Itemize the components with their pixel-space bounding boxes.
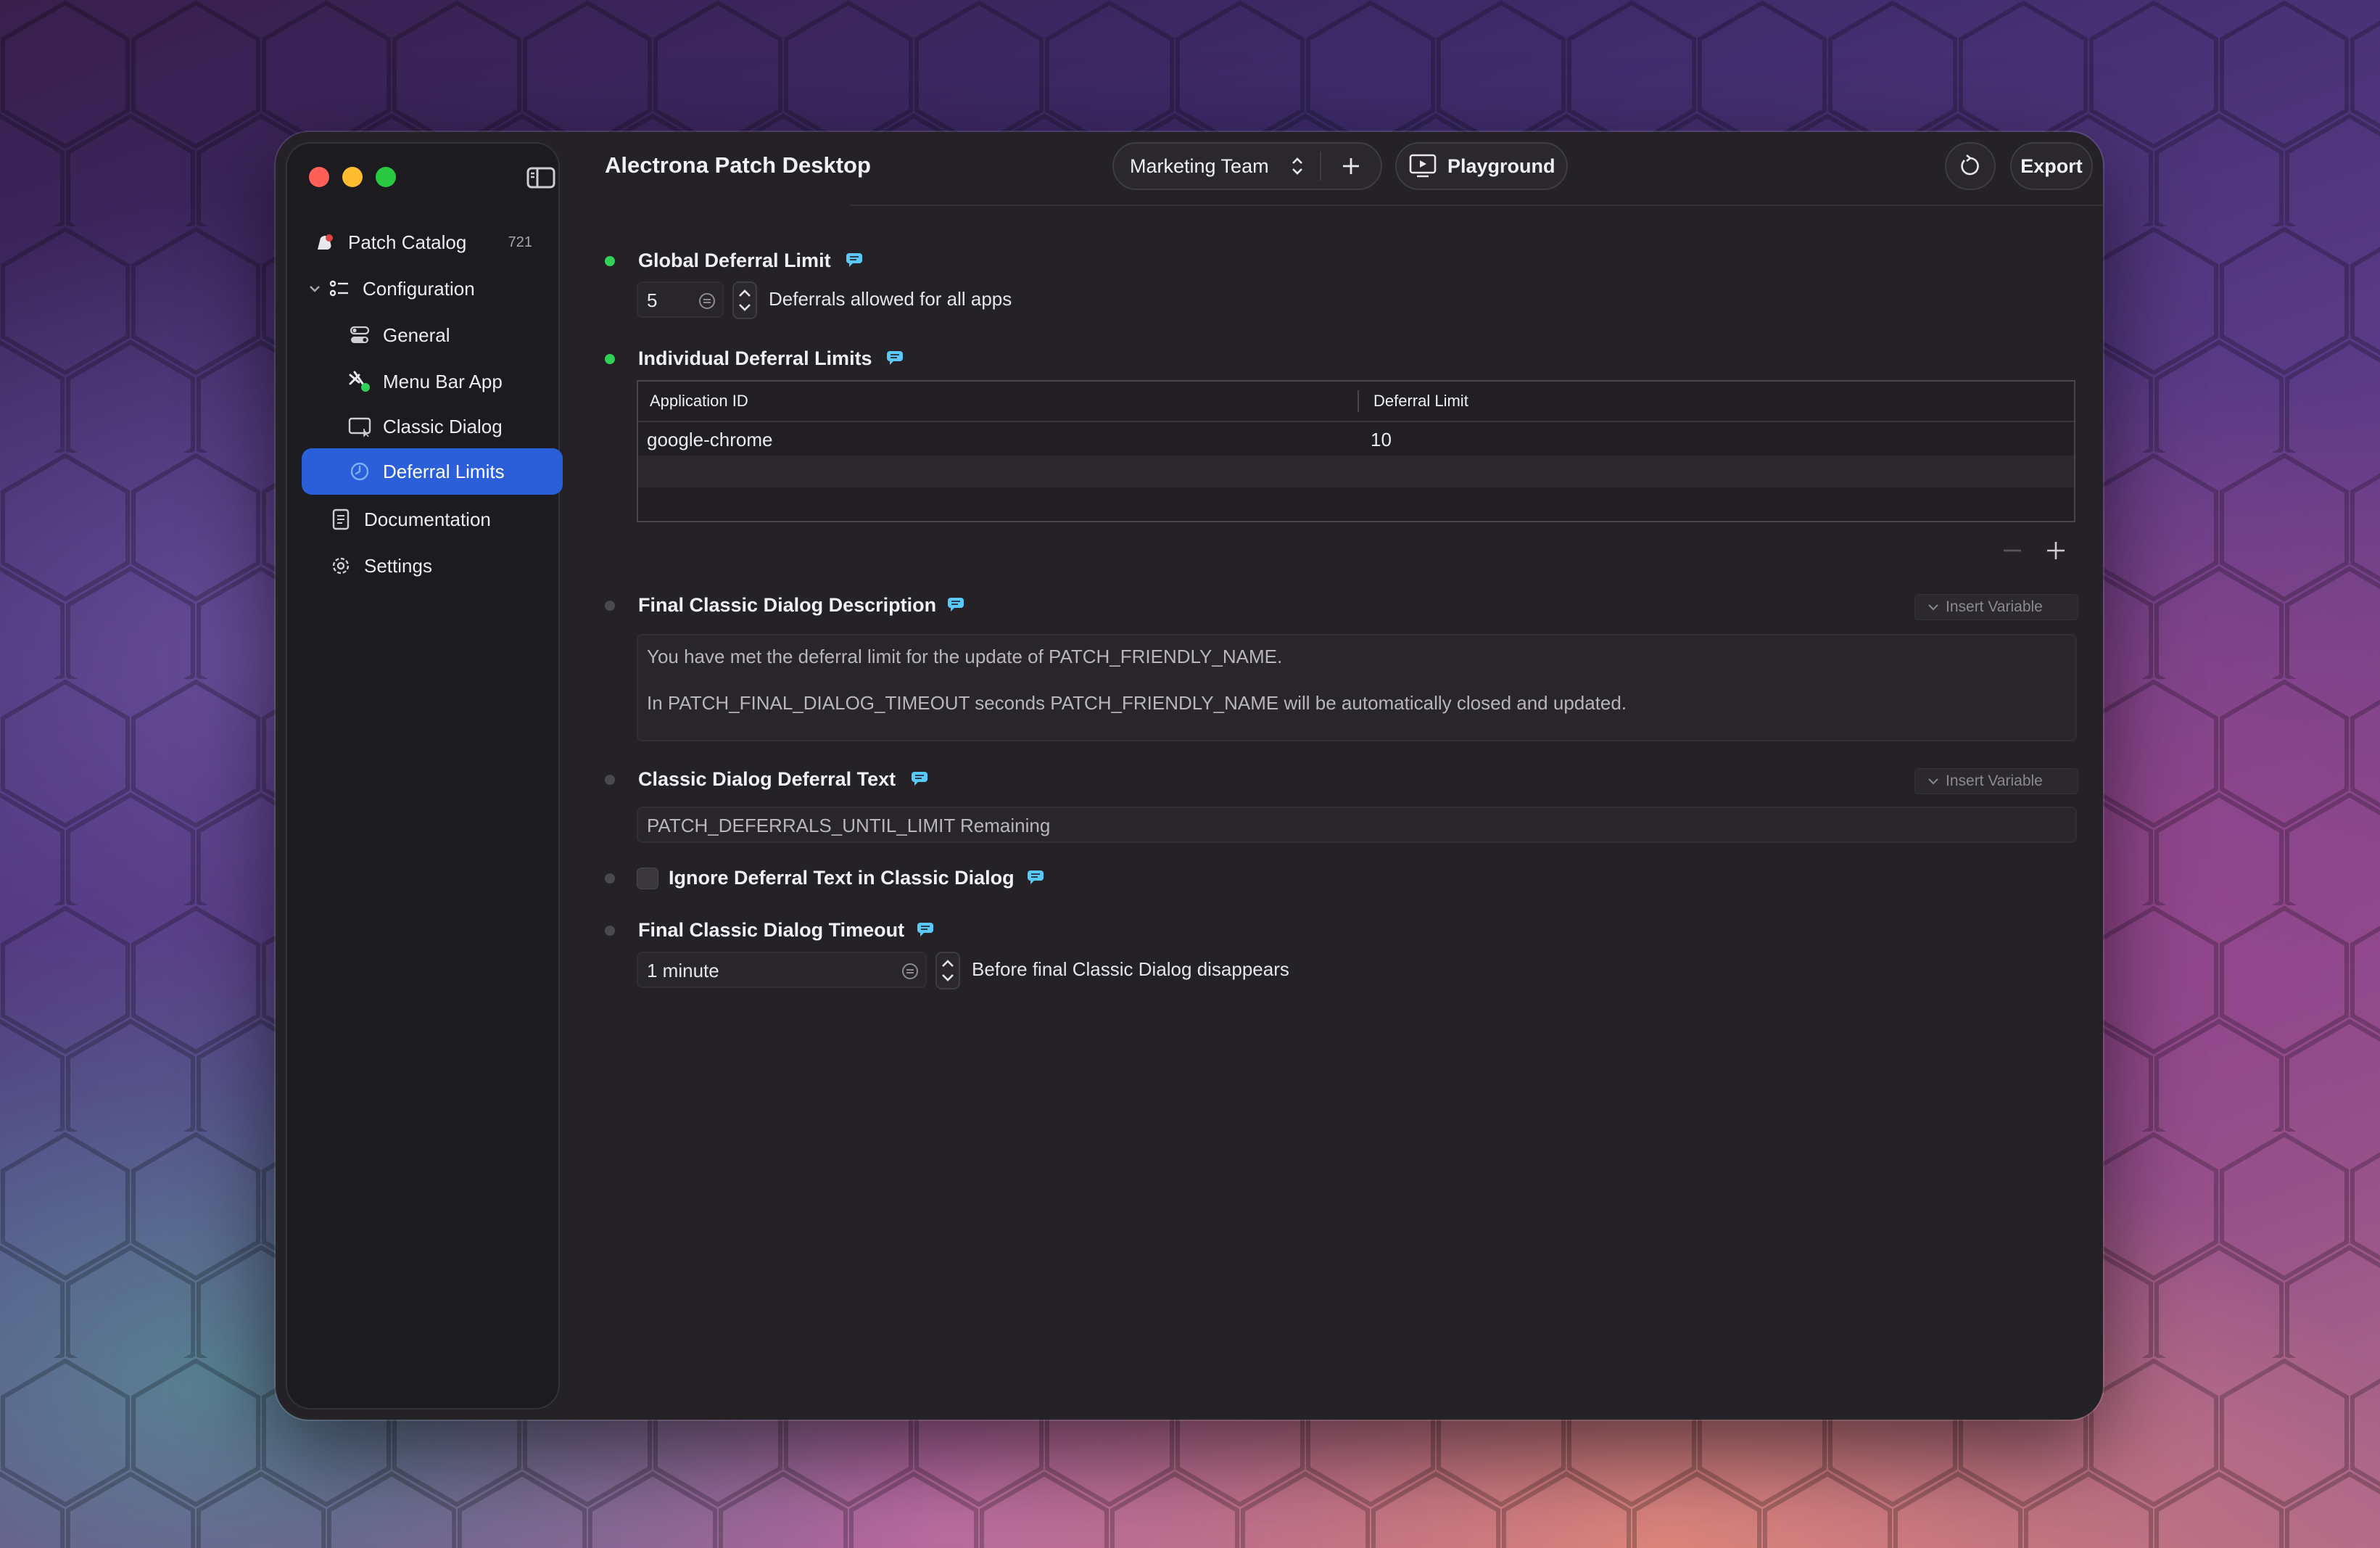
column-header-application-id[interactable]: Application ID [650,382,748,421]
add-team-icon[interactable] [1340,155,1362,177]
comment-icon[interactable] [846,252,863,267]
deferral-limit-cell[interactable]: 10 [1371,429,1392,451]
comment-icon[interactable] [886,350,904,365]
final-dialog-timeout-description: Before final Classic Dialog disappears [972,958,1289,980]
playground-label: Playground [1447,155,1555,177]
table-row[interactable]: google-chrome 10 [638,422,2074,456]
deferral-text-label: Classic Dialog Deferral Text [638,768,896,790]
up-down-chevron-icon [1292,157,1302,175]
comment-icon[interactable] [917,922,934,936]
playground-button[interactable]: Playground [1395,142,1568,190]
sidebar-item-deferral-limits[interactable]: Deferral Limits [302,448,563,495]
column-header-deferral-limit[interactable]: Deferral Limit [1373,382,1468,421]
sidebar-item-label: Classic Dialog [383,415,503,437]
close-window-button[interactable] [309,167,329,187]
patch-catalog-icon [312,229,338,255]
remove-row-icon[interactable] [2001,540,2023,561]
toggles-icon [347,322,373,348]
sidebar-toggle-icon[interactable] [526,165,555,190]
global-deferral-description: Deferrals allowed for all apps [769,288,1012,310]
clear-field-icon[interactable] [698,292,716,310]
insert-variable-button[interactable]: Insert Variable [1914,594,2078,620]
status-indicator-on [605,354,615,364]
sidebar-item-general[interactable]: General [347,312,551,358]
description-line-1: You have met the deferral limit for the … [647,646,1283,667]
sidebar-item-label: Menu Bar App [383,370,503,392]
team-selector-label: Marketing Team [1130,155,1269,177]
final-dialog-timeout-stepper[interactable] [935,952,960,989]
gear-icon [328,553,354,579]
sidebar-item-documentation[interactable]: Documentation [328,496,551,543]
comment-icon[interactable] [1027,870,1044,884]
sidebar-item-menu-bar-app[interactable]: Menu Bar App [347,358,551,405]
status-indicator-off [605,775,615,785]
sidebar-item-classic-dialog[interactable]: Classic Dialog [347,403,551,450]
export-button[interactable]: Export [2010,142,2093,190]
sidebar-item-settings[interactable]: Settings [328,543,551,589]
status-indicator-on [605,256,615,266]
reset-button[interactable] [1945,142,1996,190]
chevron-down-icon [1928,778,1938,785]
deferral-text-input[interactable]: PATCH_DEFERRALS_UNTIL_LIMIT Remaining [637,807,2077,843]
individual-deferrals-label: Individual Deferral Limits [638,347,872,369]
sidebar-item-label: General [383,324,450,346]
patch-count-badge: 721 [508,234,532,250]
table-empty-row [638,456,2074,487]
final-dialog-timeout-label: Final Classic Dialog Timeout [638,919,905,941]
final-dialog-description-textarea[interactable]: You have met the deferral limit for the … [637,634,2077,741]
status-indicator-off [605,926,615,936]
insert-variable-label: Insert Variable [1946,598,2043,615]
clock-icon [347,458,373,485]
insert-variable-label: Insert Variable [1946,773,2043,789]
app-window: Patch Catalog 721 Configuration General … [276,132,2103,1420]
team-selector[interactable]: Marketing Team [1112,142,1382,190]
sidebar-item-patch-catalog[interactable]: Patch Catalog 721 [312,219,551,265]
sidebar-item-label: Documentation [364,508,491,530]
sidebar-item-label: Configuration [363,277,475,300]
minimize-window-button[interactable] [342,167,363,187]
status-indicator-off [605,601,615,611]
dialog-window-icon [347,413,373,440]
menu-bar-app-icon [347,369,373,395]
status-indicator-off [605,873,615,884]
ignore-deferral-text-label: Ignore Deferral Text in Classic Dialog [669,867,1015,889]
final-dialog-description-label: Final Classic Dialog Description [638,594,937,616]
ignore-deferral-text-checkbox[interactable] [637,868,658,889]
deferral-limits-table: Application ID Deferral Limit google-chr… [637,380,2075,522]
window-title: Alectrona Patch Desktop [605,152,871,178]
final-dialog-timeout-value: 1 minute [647,960,719,981]
sidebar-item-configuration[interactable]: Configuration [310,265,551,312]
final-dialog-timeout-input[interactable]: 1 minute [637,952,927,988]
comment-icon[interactable] [947,597,964,612]
deferral-text-value: PATCH_DEFERRALS_UNTIL_LIMIT Remaining [647,815,1051,836]
chevron-down-icon[interactable] [307,281,322,296]
reset-icon [1961,154,1979,176]
toolbar-divider [850,205,2103,206]
app-id-cell[interactable]: google-chrome [647,429,772,451]
playground-monitor-icon [1409,154,1437,178]
global-deferral-input[interactable]: 5 [637,281,724,318]
sidebar-item-label: Settings [364,554,432,577]
global-deferral-stepper[interactable] [732,281,757,319]
sidebar-item-label: Patch Catalog [348,231,467,253]
document-icon [328,506,354,532]
clear-field-icon[interactable] [901,962,920,981]
sidebar-item-label: Deferral Limits [383,460,505,482]
add-row-icon[interactable] [2045,540,2067,561]
comment-icon[interactable] [911,771,928,786]
column-separator [1358,390,1359,412]
description-line-2: In PATCH_FINAL_DIALOG_TIMEOUT seconds PA… [647,692,1627,714]
chevron-down-icon [1928,604,1938,611]
zoom-window-button[interactable] [376,167,396,187]
global-deferral-value: 5 [647,289,658,311]
insert-variable-button[interactable]: Insert Variable [1914,768,2078,794]
list-settings-icon [326,276,352,302]
global-deferral-label: Global Deferral Limit [638,250,831,271]
sidebar: Patch Catalog 721 Configuration General … [286,142,563,1409]
